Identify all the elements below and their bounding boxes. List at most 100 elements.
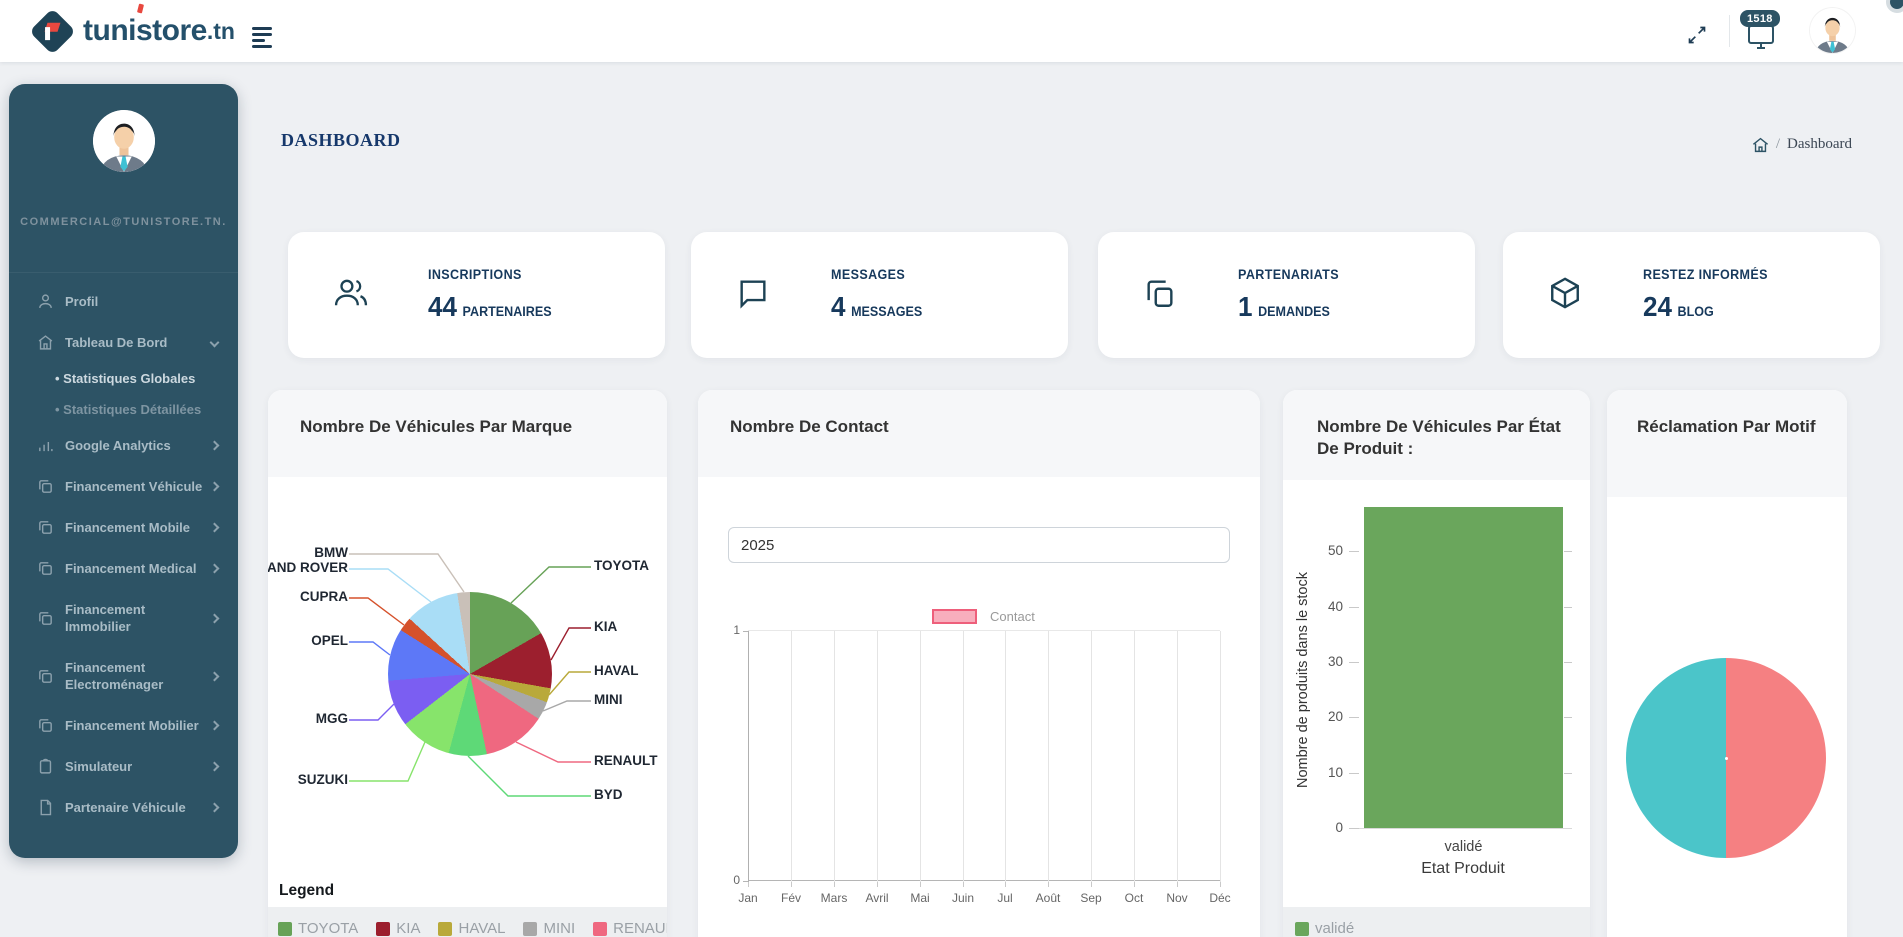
brand-name: tunistore (83, 14, 207, 48)
stat-unit: DEMANDES (1258, 304, 1330, 319)
monitor-icon (1746, 24, 1776, 52)
pie-center-dot (1725, 757, 1728, 760)
sidebar-item-partenaire-v-hicule[interactable]: Partenaire Véhicule (9, 787, 238, 828)
chart-title: Nombre De Véhicules Par État De Produit … (1283, 390, 1590, 480)
legend-strip: TOYOTAKIAHAVALMINIRENAULTBYD (268, 907, 667, 937)
legend-swatch (593, 922, 607, 936)
header-divider (1729, 15, 1730, 47)
breadcrumb: / Dashboard (1752, 136, 1852, 153)
stat-label: RESTEZ INFORMÉS (1643, 267, 1768, 282)
sidebar-menu: Profil Tableau De BordStatistiques Global… (9, 272, 238, 828)
chevron-right-icon (210, 482, 220, 492)
sidebar-item-simulateur[interactable]: Simulateur (9, 746, 238, 787)
sidebar-item-tableau-de-bord[interactable]: Tableau De Bord (9, 322, 238, 363)
y-tick-label: 1 (720, 623, 740, 637)
sidebar-subitem-statistiques-globales[interactable]: Statistiques Globales (9, 363, 238, 394)
user-avatar[interactable] (1810, 8, 1855, 53)
legend-item[interactable]: RENAULT (593, 920, 667, 937)
users-icon (332, 276, 370, 315)
sidebar-item-label: Simulateur (65, 758, 205, 775)
sidebar-item-google-analytics[interactable]: Google Analytics (9, 425, 238, 466)
pie-slice-label: HAVAL (594, 663, 639, 678)
brand-diamond-icon (29, 8, 76, 55)
chevron-right-icon (210, 721, 220, 731)
menu-toggle-icon[interactable] (252, 27, 272, 51)
chart-card-etat-de-produit: Nombre De Véhicules Par État De Produit … (1283, 390, 1590, 937)
legend-item[interactable]: MINI (523, 920, 575, 937)
pie-slice-label: SUZUKI (298, 772, 348, 787)
sidebar-item-label: Financement Medical (65, 560, 205, 577)
chevron-right-icon (210, 671, 220, 681)
pie-slice-label: RENAULT (594, 753, 658, 768)
stat-label: PARTENARIATS (1238, 267, 1339, 282)
sidebar-item-financement-electrom-nager[interactable]: Financement Electroménager (9, 647, 238, 705)
x-tick-label: Oct (1112, 891, 1156, 905)
page-title: DASHBOARD (281, 130, 401, 151)
stat-card-restez-inform-s: RESTEZ INFORMÉS24BLOG (1503, 232, 1880, 358)
brand-logo[interactable]: tunistore .tn (30, 6, 235, 56)
home-icon[interactable] (1752, 137, 1769, 153)
line-legend-swatch[interactable] (932, 609, 977, 624)
chart-card-vehicules-par-marque: Nombre De Véhicules Par Marque TOYOTAKIA… (268, 390, 667, 937)
bar-x-axis-line (1359, 828, 1572, 829)
chart-card-reclamation-par-motif: Réclamation Par Motif (1607, 390, 1847, 937)
legend-item[interactable]: KIA (376, 920, 420, 937)
sidebar-subitem-statistiques-d-taill-es[interactable]: Statistiques Détaillées (9, 394, 238, 425)
breadcrumb-current[interactable]: Dashboard (1787, 136, 1852, 153)
stat-label: INSCRIPTIONS (428, 267, 552, 282)
chevron-right-icon (210, 564, 220, 574)
chevron-right-icon (210, 762, 220, 772)
x-tick-label: Mars (812, 891, 856, 905)
stat-value: 1 (1238, 291, 1252, 322)
brand-tld: .tn (207, 18, 235, 45)
legend-item[interactable]: TOYOTA (278, 920, 358, 937)
stat-card-messages: MESSAGES4MESSAGES (691, 232, 1068, 358)
legend-swatch (1295, 922, 1309, 936)
sidebar-avatar[interactable] (93, 110, 155, 172)
stat-card-inscriptions: INSCRIPTIONS44PARTENAIRES (288, 232, 665, 358)
x-tick-label: Juin (941, 891, 985, 905)
stat-value: 24 (1643, 291, 1672, 322)
bar-x-axis-title: Etat Produit (1343, 860, 1583, 878)
stat-card-partenariats: PARTENARIATS 1 DEMANDES (1098, 232, 1475, 358)
chevron-right-icon (210, 523, 220, 533)
sidebar-user-email: COMMERCIAL@TUNISTORE.TN. (9, 216, 238, 228)
legend-swatch (278, 922, 292, 936)
sidebar-item-financement-mobilier[interactable]: Financement Mobilier (9, 705, 238, 746)
notification-count-badge: 1518 (1740, 10, 1780, 27)
sidebar-item-label: Profil (65, 293, 218, 310)
year-filter-input[interactable] (728, 527, 1230, 563)
fullscreen-icon[interactable] (1687, 25, 1707, 50)
stat-label: MESSAGES (831, 267, 922, 282)
chart-title: Nombre De Contact (698, 390, 1260, 477)
legend-swatch (523, 922, 537, 936)
y-tick-label: 30 (1307, 654, 1343, 669)
legend-label: TOYOTA (298, 920, 358, 937)
sidebar-item-label: Financement Mobilier (65, 717, 205, 734)
dashboard-page: tunistore .tn 1518 COMMERCIAL@TUNISTORE.… (0, 0, 1903, 937)
legend-item[interactable]: validé (1295, 920, 1354, 937)
y-tick-label: 10 (1307, 765, 1343, 780)
x-tick-label: Jul (983, 891, 1027, 905)
bar-category-label: validé (1364, 839, 1563, 855)
notifications-button[interactable]: 1518 (1740, 8, 1788, 56)
chevron-right-icon (210, 441, 220, 451)
y-tick-label: 0 (1307, 820, 1343, 835)
sidebar-item-financement-immobilier[interactable]: Financement Immobilier (9, 589, 238, 647)
pie-slice-label: MGG (316, 711, 348, 726)
chevron-right-icon (210, 803, 220, 813)
x-tick-label: Déc (1198, 891, 1242, 905)
legend-item[interactable]: HAVAL (438, 920, 505, 937)
sidebar-item-label: Partenaire Véhicule (65, 799, 205, 816)
top-right-circle-icon (1886, 0, 1903, 13)
x-tick-label: Jan (726, 891, 770, 905)
sidebar-item-financement-v-hicule[interactable]: Financement Véhicule (9, 466, 238, 507)
sidebar-item-profil[interactable]: Profil (9, 281, 238, 322)
sidebar-item-financement-mobile[interactable]: Financement Mobile (9, 507, 238, 548)
sidebar-item-financement-medical[interactable]: Financement Medical (9, 548, 238, 589)
sidebar-item-label: Financement Véhicule (65, 478, 205, 495)
chevron-right-icon (210, 613, 220, 623)
legend-title: Legend (279, 882, 334, 900)
sidebar-item-label: Financement Mobile (65, 519, 205, 536)
y-tick-label: 50 (1307, 543, 1343, 558)
